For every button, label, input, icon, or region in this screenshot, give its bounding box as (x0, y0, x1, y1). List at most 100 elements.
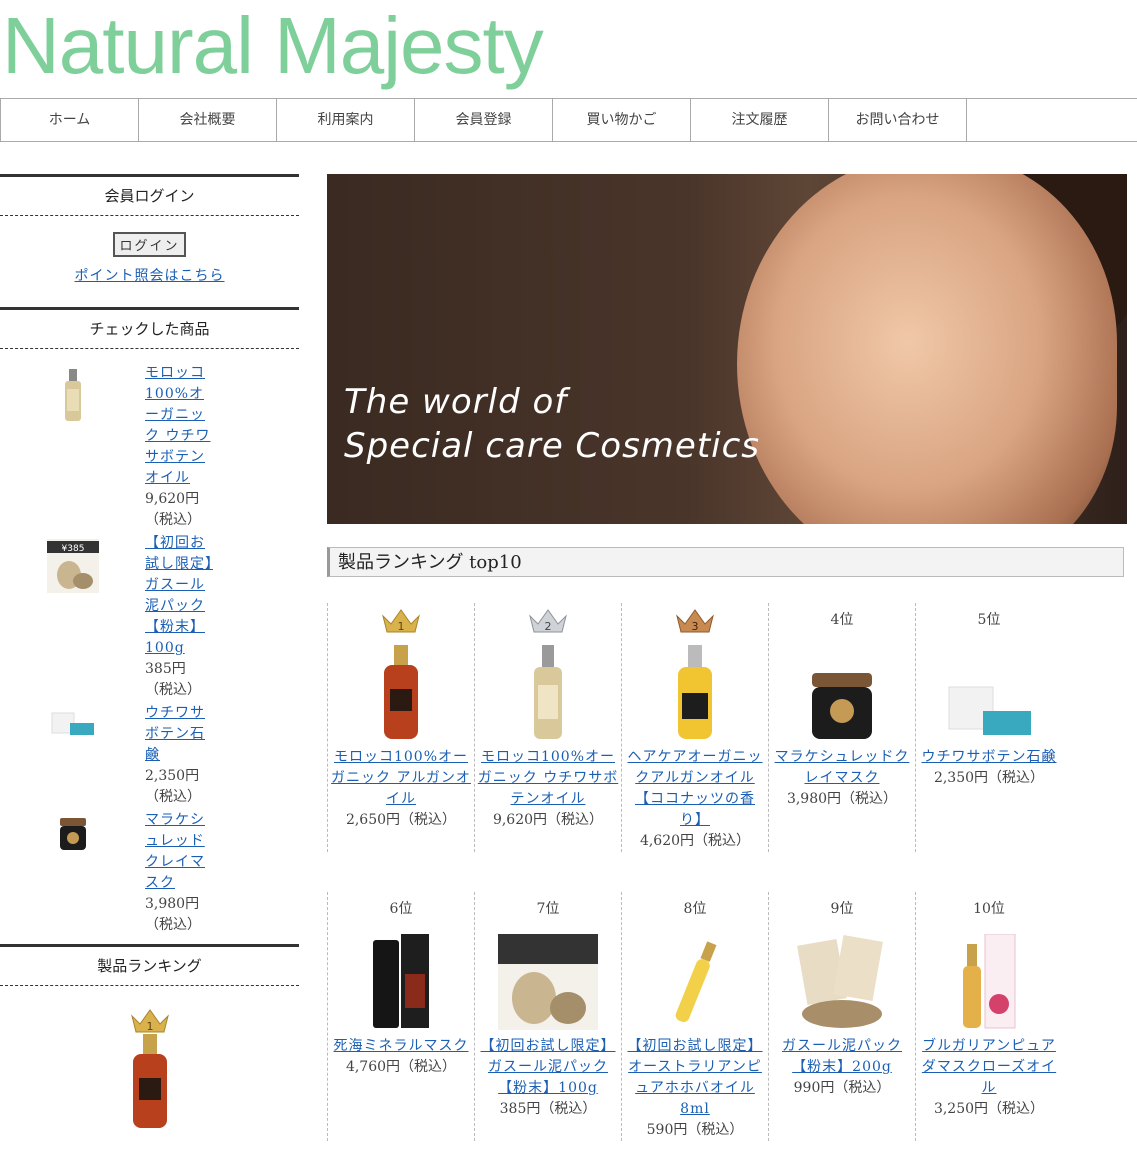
banner-model-image (737, 174, 1117, 524)
product-image[interactable] (769, 637, 915, 741)
product-price: 4,760円（税込） (345, 1059, 457, 1075)
ranking-item: 10位 ブルガリアンピュアダマスクローズオイル 3,250円（税込） (915, 892, 1062, 1141)
crown-icon: 1 (328, 603, 474, 637)
rank-label: 8位 (683, 900, 707, 917)
nav-contact[interactable]: お問い合わせ (828, 99, 967, 141)
rank-label: 4位 (830, 611, 854, 628)
product-name-link[interactable]: 死海ミネラルマスク (334, 1038, 469, 1054)
list-item: ¥385 【初回お試し限定】ガスール泥パック【粉末】100g 385円 （税込） (0, 533, 299, 701)
checked-item-price: 3,980円 (145, 896, 200, 912)
svg-text:1: 1 (398, 620, 405, 633)
product-name-link[interactable]: ウチワサボテン石鹸 (922, 749, 1057, 765)
list-item: マラケシュレッドクレイマスク 3,980円 （税込） (0, 810, 299, 936)
ranking-item: 7位 【初回お試し限定】ガスール泥パック【粉末】100g 385円（税込） (474, 892, 621, 1141)
checked-item-tax: （税込） (145, 682, 201, 698)
checked-list: モロッコ100%オーガニック ウチワサボテンオイル 9,620円 （税込） ¥3… (0, 349, 299, 944)
rank-label: 7位 (536, 900, 560, 917)
checked-item-name[interactable]: マラケシュレッドクレイマスク (145, 812, 205, 891)
sidebar: 会員ログイン ログイン ポイント照会はこちら チェックした商品 モロッコ100%… (0, 174, 299, 1130)
product-price: 590円（税込） (646, 1122, 744, 1138)
product-name-link[interactable]: ブルガリアンピュアダマスクローズオイル (922, 1038, 1056, 1096)
ranking-item: 5位 ウチワサボテン石鹸 2,350円（税込） (915, 603, 1062, 852)
list-item: モロッコ100%オーガニック ウチワサボテンオイル 9,620円 （税込） (0, 363, 299, 531)
product-thumb[interactable] (0, 363, 145, 531)
product-image[interactable] (475, 637, 621, 741)
rank-label: 10位 (973, 900, 1005, 917)
checked-item-tax: （税込） (145, 789, 201, 805)
nav-history[interactable]: 注文履歴 (690, 99, 828, 141)
product-image[interactable] (328, 637, 474, 741)
ranking-row: 6位 死海ミネラルマスク 4,760円（税込） 7位 【初回お試し限定】ガスール… (327, 892, 1127, 1141)
svg-text:¥385: ¥385 (61, 544, 84, 554)
product-image[interactable] (916, 637, 1062, 741)
global-nav: ホーム 会社概要 利用案内 会員登録 買い物かご 注文履歴 お問い合わせ (0, 98, 1137, 142)
ranking-row: 1 モロッコ100%オーガニック アルガンオイル 2,650円（税込） 2 モロ… (327, 603, 1127, 852)
list-item: ウチワサボテン石鹸 2,350円 （税込） (0, 703, 299, 808)
nav-home[interactable]: ホーム (0, 99, 138, 141)
nav-guide[interactable]: 利用案内 (276, 99, 414, 141)
crown-icon: 3 (622, 603, 768, 637)
nav-register[interactable]: 会員登録 (414, 99, 552, 141)
product-name-link[interactable]: 【初回お試し限定】ガスール泥パック【粉末】100g (481, 1038, 616, 1096)
checked-item-price: 385円 (145, 661, 186, 677)
ranking-item: 2 モロッコ100%オーガニック ウチワサボテンオイル 9,620円（税込） (474, 603, 621, 852)
product-price: 990円（税込） (793, 1080, 891, 1096)
point-inquiry-link[interactable]: ポイント照会はこちら (0, 265, 299, 285)
product-price: 4,620円（税込） (639, 833, 751, 849)
product-image[interactable] (0, 1034, 299, 1130)
rank-label: 5位 (977, 611, 1001, 628)
crown-icon: 2 (475, 603, 621, 637)
product-name-link[interactable]: ガスール泥パック【粉末】200g (782, 1038, 902, 1075)
product-image[interactable] (328, 926, 474, 1030)
product-name-link[interactable]: 【初回お試し限定】オーストラリアンピュアホホバオイル8ml (628, 1038, 763, 1117)
checked-item-name[interactable]: モロッコ100%オーガニック ウチワサボテンオイル (145, 365, 210, 486)
product-thumb[interactable] (0, 810, 145, 936)
product-image[interactable] (916, 926, 1062, 1030)
nav-cart[interactable]: 買い物かご (552, 99, 690, 141)
product-thumb[interactable]: ¥385 (0, 533, 145, 701)
ranking-item: 8位 【初回お試し限定】オーストラリアンピュアホホバオイル8ml 590円（税込… (621, 892, 768, 1141)
hero-banner[interactable]: The world of Special care Cosmetics (327, 174, 1127, 524)
sidebar-ranking-top: 1 (0, 986, 299, 1130)
product-price: 3,980円（税込） (786, 791, 898, 807)
sidebar-ranking-heading: 製品ランキング (0, 944, 299, 986)
crown-icon: 1 (0, 1006, 299, 1034)
site-logo[interactable]: Natural Majesty (2, 0, 544, 94)
svg-text:1: 1 (146, 1020, 153, 1033)
product-price: 9,620円（税込） (492, 812, 604, 828)
ranking-item: 3 ヘアケアオーガニックアルガンオイル【ココナッツの香り】 4,620円（税込） (621, 603, 768, 852)
checked-item-tax: （税込） (145, 512, 201, 528)
product-image[interactable] (475, 926, 621, 1030)
checked-item-name[interactable]: 【初回お試し限定】ガスール泥パック【粉末】100g (145, 535, 213, 656)
product-name-link[interactable]: ヘアケアオーガニックアルガンオイル【ココナッツの香り】 (628, 749, 763, 828)
rank-label: 6位 (389, 900, 413, 917)
nav-company[interactable]: 会社概要 (138, 99, 276, 141)
login-button[interactable]: ログイン (113, 232, 186, 257)
rank-label: 9位 (830, 900, 854, 917)
login-box: ログイン ポイント照会はこちら (0, 216, 299, 307)
product-name-link[interactable]: マラケシュレッドクレイマスク (775, 749, 910, 786)
banner-line1: The world of (344, 382, 568, 422)
product-price: 2,650円（税込） (345, 812, 457, 828)
ranking-item: 9位 ガスール泥パック【粉末】200g 990円（税込） (768, 892, 915, 1141)
product-price: 3,250円（税込） (933, 1101, 1045, 1117)
ranking-item: 6位 死海ミネラルマスク 4,760円（税込） (327, 892, 474, 1141)
checked-item-price: 2,350円 (145, 768, 200, 784)
svg-text:2: 2 (545, 620, 552, 633)
ranking-grid: 1 モロッコ100%オーガニック アルガンオイル 2,650円（税込） 2 モロ… (327, 603, 1127, 1165)
login-heading: 会員ログイン (0, 174, 299, 216)
product-image[interactable] (622, 637, 768, 741)
product-price: 2,350円（税込） (933, 770, 1045, 786)
product-price: 385円（税込） (499, 1101, 597, 1117)
product-image[interactable] (769, 926, 915, 1030)
checked-heading: チェックした商品 (0, 307, 299, 349)
checked-item-name[interactable]: ウチワサボテン石鹸 (145, 705, 205, 763)
product-name-link[interactable]: モロッコ100%オーガニック アルガンオイル (331, 749, 471, 807)
product-image[interactable] (622, 926, 768, 1030)
product-thumb[interactable] (0, 703, 145, 808)
banner-line2: Special care Cosmetics (344, 426, 761, 466)
ranking-heading: 製品ランキング top10 (327, 547, 1124, 577)
checked-item-tax: （税込） (145, 917, 201, 933)
svg-text:3: 3 (692, 620, 699, 633)
product-name-link[interactable]: モロッコ100%オーガニック ウチワサボテンオイル (478, 749, 618, 807)
